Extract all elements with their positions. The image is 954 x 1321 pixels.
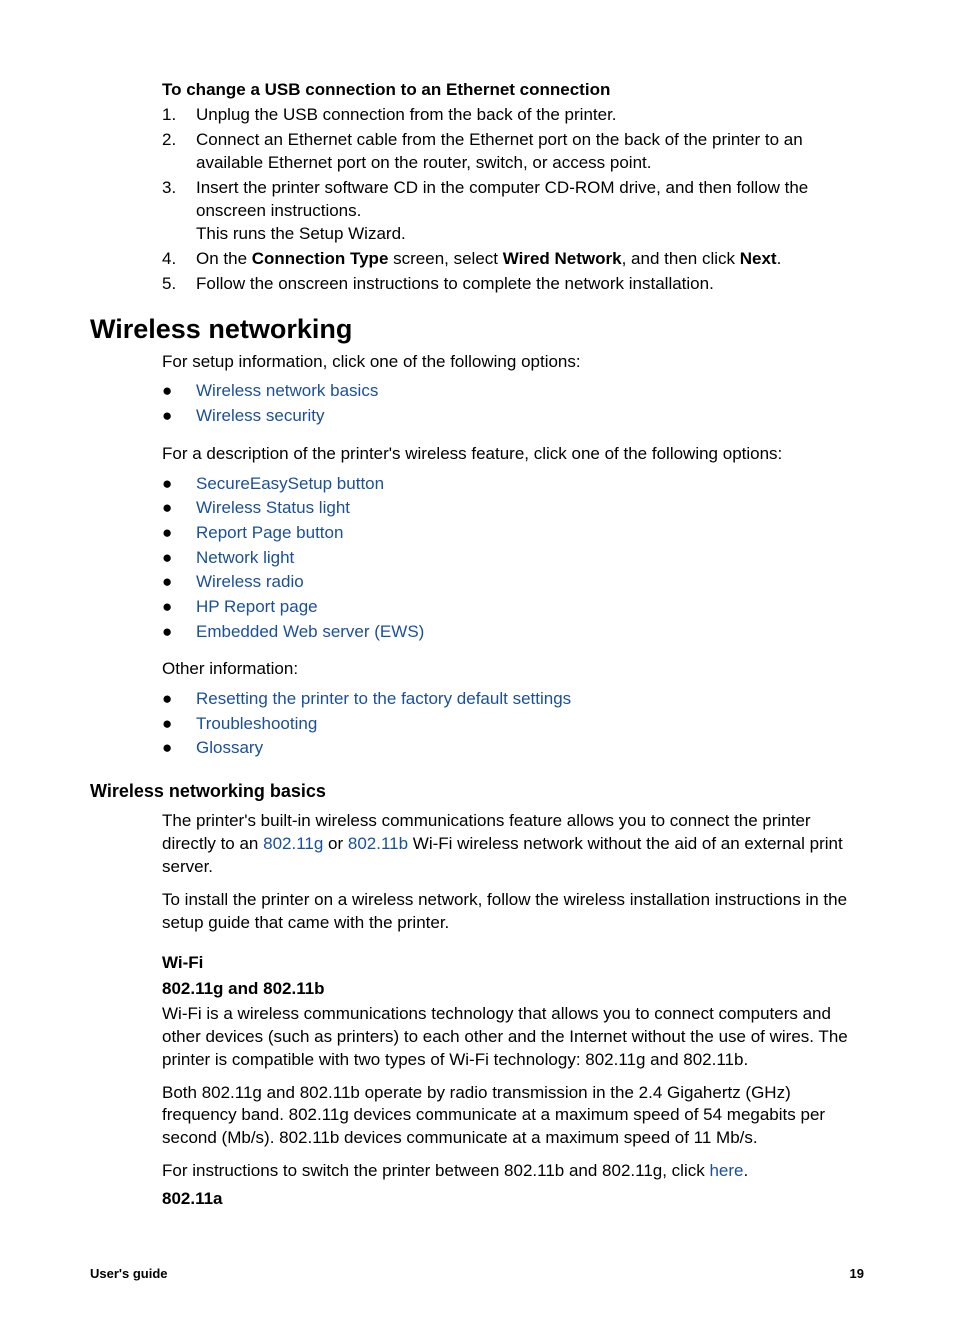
link-wireless-network-basics[interactable]: Wireless network basics	[196, 379, 378, 404]
list-item: ●SecureEasySetup button	[162, 472, 864, 497]
step-3: 3. Insert the printer software CD in the…	[162, 177, 864, 246]
link-secureeasysetup-button[interactable]: SecureEasySetup button	[196, 472, 384, 497]
other-information-label: Other information:	[162, 658, 864, 681]
link-troubleshooting[interactable]: Troubleshooting	[196, 712, 317, 737]
wireless-intro-block: For setup information, click one of the …	[90, 351, 864, 762]
link-reset-factory-defaults[interactable]: Resetting the printer to the factory def…	[196, 687, 571, 712]
step-text: On the Connection Type screen, select Wi…	[196, 248, 864, 271]
list-item: ●Wireless security	[162, 404, 864, 429]
step-4: 4. On the Connection Type screen, select…	[162, 248, 864, 271]
bullet-icon: ●	[162, 570, 196, 595]
link-hp-report-page[interactable]: HP Report page	[196, 595, 318, 620]
step-text: Insert the printer software CD in the co…	[196, 177, 864, 246]
bold-next: Next	[740, 249, 777, 268]
footer-left: User's guide	[90, 1266, 168, 1281]
bullet-icon: ●	[162, 687, 196, 712]
usb-ethernet-heading: To change a USB connection to an Etherne…	[162, 80, 864, 100]
wireless-networking-heading: Wireless networking	[90, 314, 864, 345]
list-item: ●Embedded Web server (EWS)	[162, 620, 864, 645]
list-item: ●Resetting the printer to the factory de…	[162, 687, 864, 712]
bullet-icon: ●	[162, 620, 196, 645]
step-number: 5.	[162, 273, 196, 296]
bold-wired-network: Wired Network	[503, 249, 622, 268]
gb-para1: Wi-Fi is a wireless communications techn…	[162, 1003, 864, 1072]
bullet-icon: ●	[162, 736, 196, 761]
step-number: 2.	[162, 129, 196, 175]
list-item: ●Wireless Status light	[162, 496, 864, 521]
usb-ethernet-section: To change a USB connection to an Etherne…	[90, 80, 864, 296]
other-links-list: ●Resetting the printer to the factory de…	[162, 687, 864, 761]
step-text: Connect an Ethernet cable from the Ether…	[196, 129, 864, 175]
step-5: 5. Follow the onscreen instructions to c…	[162, 273, 864, 296]
gb-para2: Both 802.11g and 802.11b operate by radi…	[162, 1082, 864, 1151]
list-item: ●Wireless radio	[162, 570, 864, 595]
link-report-page-button[interactable]: Report Page button	[196, 521, 343, 546]
setup-links-list: ●Wireless network basics ●Wireless secur…	[162, 379, 864, 428]
gb-heading: 802.11g and 802.11b	[162, 979, 864, 999]
link-wireless-radio[interactable]: Wireless radio	[196, 570, 304, 595]
step-number: 4.	[162, 248, 196, 271]
basics-para2: To install the printer on a wireless net…	[162, 889, 864, 935]
step-text: Follow the onscreen instructions to comp…	[196, 273, 864, 296]
list-item: ●Wireless network basics	[162, 379, 864, 404]
link-here[interactable]: here	[709, 1161, 743, 1180]
link-80211g[interactable]: 802.11g	[263, 834, 323, 853]
bullet-icon: ●	[162, 404, 196, 429]
bullet-icon: ●	[162, 595, 196, 620]
bold-connection-type: Connection Type	[252, 249, 389, 268]
link-glossary[interactable]: Glossary	[196, 736, 263, 761]
bullet-icon: ●	[162, 379, 196, 404]
list-item: ●Report Page button	[162, 521, 864, 546]
wireless-basics-heading: Wireless networking basics	[90, 781, 864, 802]
list-item: ●Network light	[162, 546, 864, 571]
wireless-intro1: For setup information, click one of the …	[162, 351, 864, 374]
bullet-icon: ●	[162, 546, 196, 571]
footer-page-number: 19	[850, 1266, 864, 1281]
step-number: 3.	[162, 177, 196, 246]
bullet-icon: ●	[162, 496, 196, 521]
link-embedded-web-server[interactable]: Embedded Web server (EWS)	[196, 620, 424, 645]
usb-ethernet-steps: 1. Unplug the USB connection from the ba…	[162, 104, 864, 296]
step-number: 1.	[162, 104, 196, 127]
wireless-basics-block: The printer's built-in wireless communic…	[90, 810, 864, 1209]
list-item: ●HP Report page	[162, 595, 864, 620]
step-text: Unplug the USB connection from the back …	[196, 104, 864, 127]
wifi-heading: Wi-Fi	[162, 953, 864, 973]
list-item: ●Glossary	[162, 736, 864, 761]
step-text-extra: This runs the Setup Wizard.	[196, 224, 406, 243]
basics-para1: The printer's built-in wireless communic…	[162, 810, 864, 879]
bullet-icon: ●	[162, 472, 196, 497]
gb-para3: For instructions to switch the printer b…	[162, 1160, 864, 1183]
feature-links-list: ●SecureEasySetup button ●Wireless Status…	[162, 472, 864, 644]
bullet-icon: ●	[162, 712, 196, 737]
link-wireless-status-light[interactable]: Wireless Status light	[196, 496, 350, 521]
a-heading: 802.11a	[162, 1189, 864, 1209]
link-wireless-security[interactable]: Wireless security	[196, 404, 324, 429]
list-item: ●Troubleshooting	[162, 712, 864, 737]
step-text-line: Insert the printer software CD in the co…	[196, 178, 808, 220]
link-80211b[interactable]: 802.11b	[348, 834, 408, 853]
bullet-icon: ●	[162, 521, 196, 546]
step-2: 2. Connect an Ethernet cable from the Et…	[162, 129, 864, 175]
link-network-light[interactable]: Network light	[196, 546, 294, 571]
wireless-intro2: For a description of the printer's wirel…	[162, 443, 864, 466]
step-1: 1. Unplug the USB connection from the ba…	[162, 104, 864, 127]
page-footer: User's guide 19	[90, 1266, 864, 1281]
